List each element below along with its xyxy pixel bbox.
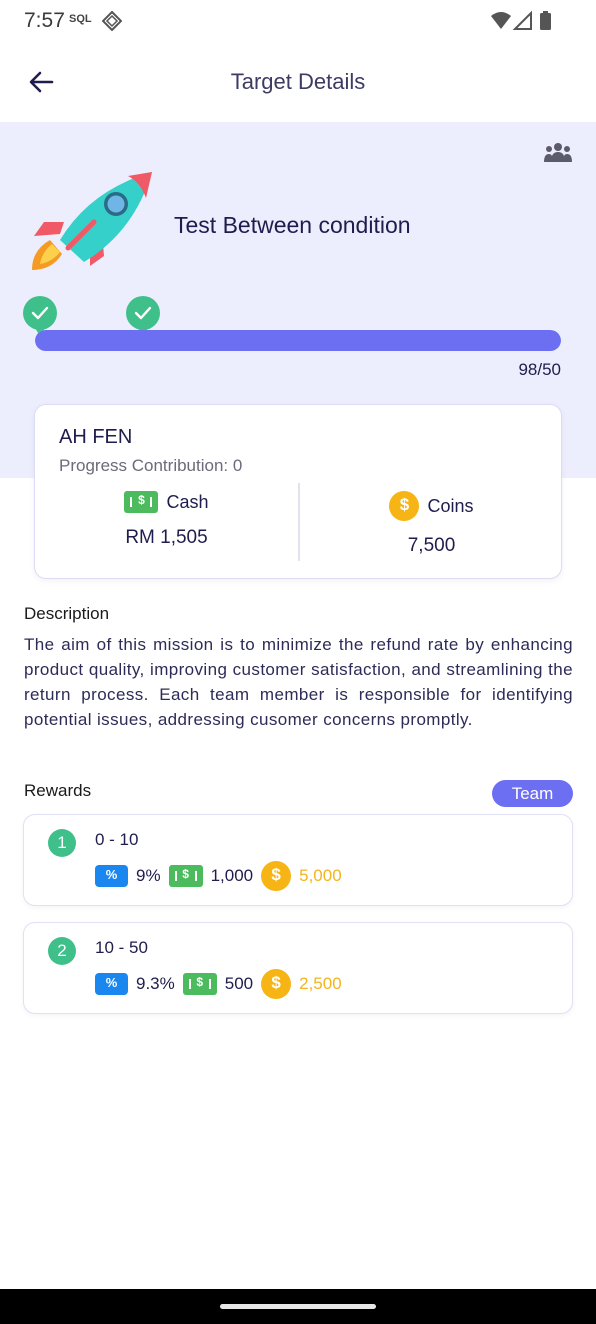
progress-bar [35, 330, 561, 351]
cash-reward: $ Cash RM 1,505 [35, 491, 298, 549]
percent-icon: % [95, 973, 128, 995]
tier-cash: 1,000 [210, 866, 254, 885]
page-title: Target Details [230, 69, 366, 94]
description-title: Description [24, 604, 110, 623]
status-bar: 7:57 SQL [0, 0, 596, 40]
milestone-check-2 [126, 296, 160, 336]
tier-cash: 500 [224, 974, 254, 993]
tier-coins: 5,000 [299, 866, 342, 885]
member-name: AH FEN [59, 426, 133, 448]
app-header: Target Details [0, 40, 596, 122]
percent-icon: % [95, 865, 128, 887]
coin-icon: $ [389, 491, 420, 521]
system-status-icons [491, 10, 551, 30]
coins-label: Coins [427, 495, 474, 516]
tier-number: 1 [48, 829, 76, 857]
description-text: The aim of this mission is to minimize t… [24, 635, 573, 729]
reward-tier-card: 2 10 - 50 % 9.3% $ 500 $ 2,500 [23, 922, 573, 1014]
target-name: Test Between condition [174, 212, 411, 238]
tier-coins: 2,500 [299, 974, 342, 993]
team-icon[interactable] [544, 142, 572, 162]
tier-percent: 9.3% [136, 974, 175, 993]
member-card: AH FEN Progress Contribution: 0 $ Cash R… [34, 404, 562, 579]
check-icon [31, 306, 49, 320]
reward-tier-card: 1 0 - 10 % 9% $ 1,000 $ 5,000 [23, 814, 573, 906]
sim-indicator: SQL [69, 13, 92, 25]
tier-percent: 9% [136, 866, 161, 885]
rocket-icon [32, 172, 152, 270]
milestone-check-1 [23, 296, 57, 336]
status-time: 7:57 [24, 9, 65, 32]
tier-range: 10 - 50 [95, 938, 148, 957]
coins-amount: 7,500 [407, 535, 456, 556]
coin-icon: $ [261, 861, 292, 891]
progress-fill [35, 330, 561, 351]
check-icon [134, 306, 152, 320]
rewards-title: Rewards [24, 781, 92, 800]
cash-label: Cash [166, 491, 209, 512]
cash-icon: $ [124, 491, 159, 513]
progress-text: 98/50 [518, 360, 561, 379]
team-scope-badge[interactable]: Team [492, 780, 573, 807]
coins-reward: $ Coins 7,500 [300, 491, 563, 557]
home-gesture-handle[interactable] [220, 1304, 376, 1309]
progress-contribution: Progress Contribution: 0 [59, 456, 243, 475]
coin-icon: $ [261, 969, 292, 999]
cash-amount: RM 1,505 [125, 527, 208, 548]
cash-icon: $ [168, 865, 203, 887]
tier-number: 2 [48, 937, 76, 965]
diamond-icon [102, 11, 122, 31]
tier-range: 0 - 10 [95, 830, 139, 849]
cash-icon: $ [182, 973, 217, 995]
